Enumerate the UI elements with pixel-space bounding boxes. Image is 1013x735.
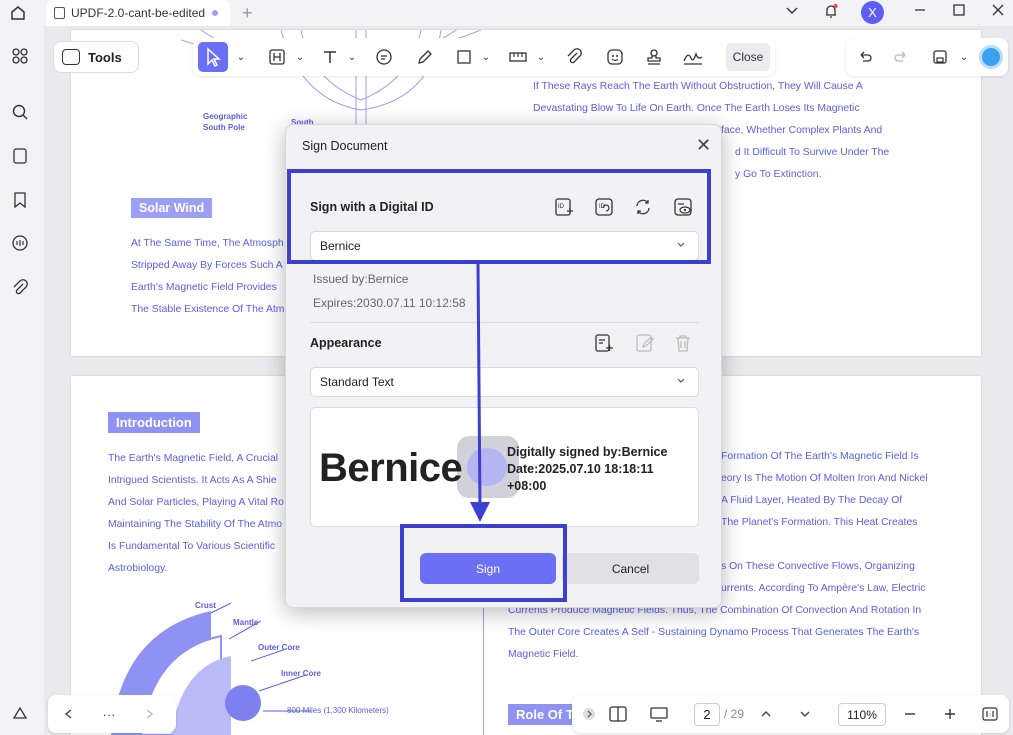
tutorial-arrow — [470, 263, 490, 522]
